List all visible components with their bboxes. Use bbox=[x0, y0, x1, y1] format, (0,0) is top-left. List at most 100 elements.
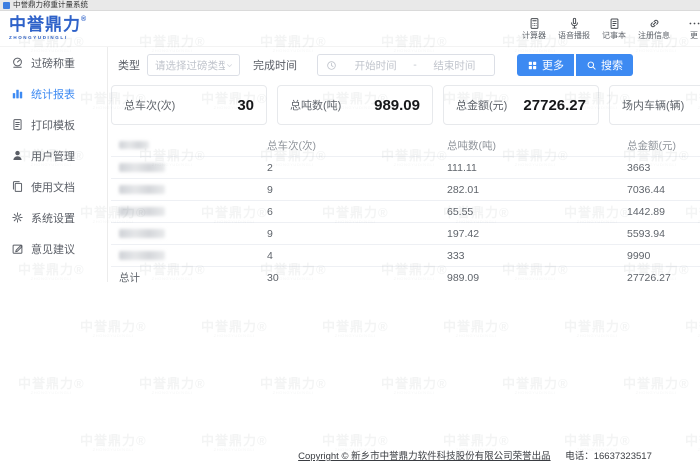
logo-subtext: ZHONGYUDINGLI bbox=[9, 36, 86, 41]
sidebar-item-system-settings-label: 系统设置 bbox=[31, 210, 75, 226]
table-cell: 9990 bbox=[619, 250, 700, 262]
print-icon bbox=[11, 118, 24, 131]
caret-down-icon bbox=[225, 61, 234, 70]
edit-icon bbox=[11, 242, 24, 255]
copyright-link[interactable]: Copyright © 新乡市中誉鼎力软件科技股份有限公司荣誉出品 bbox=[298, 451, 550, 462]
sidebar-item-feedback-label: 意见建议 bbox=[31, 241, 75, 257]
table-cell: 989.09 bbox=[439, 272, 619, 284]
date-range-picker[interactable]: 开始时间 - 结束时间 bbox=[317, 54, 495, 76]
table-cell-name bbox=[111, 206, 259, 218]
more-button-label: 更多 bbox=[542, 57, 564, 73]
table-cell: 282.01 bbox=[439, 184, 619, 196]
phone-label: 电话： bbox=[565, 451, 594, 462]
stats-row: 总车次(次) 30 总吨数(吨)989.09 总金额(元) 27726.27 场内车辆(辆… bbox=[111, 85, 700, 125]
gear-icon bbox=[11, 211, 24, 224]
sidebar-item-documentation-label: 使用文档 bbox=[31, 179, 75, 195]
search-button[interactable]: 搜索 bbox=[576, 54, 633, 76]
tool-notepad-label: 记事本 bbox=[602, 32, 626, 40]
search-button-label: 搜索 bbox=[601, 57, 623, 73]
sidebar-item-statistics-report-label: 统计报表 bbox=[31, 86, 75, 102]
tool-calculator[interactable]: 计算器 bbox=[522, 17, 546, 40]
stat-card-label: 总吨数(吨) bbox=[290, 97, 341, 113]
tool-registration-info-label: 注册信息 bbox=[638, 32, 670, 40]
tool-voice-broadcast[interactable]: 语音播报 bbox=[558, 17, 590, 40]
logo: 中誉鼎力® ZHONGYUDINGLI bbox=[0, 16, 86, 41]
stat-card-value: 27726.27 bbox=[523, 97, 586, 114]
table-cell: 30 bbox=[259, 272, 439, 284]
redacted-text bbox=[119, 229, 165, 238]
main: 过磅称重统计报表打印模板用户管理使用文档系统设置意见建议 类型 请选择过磅类型 … bbox=[0, 47, 700, 466]
sidebar-item-system-settings[interactable]: 系统设置 bbox=[0, 202, 107, 233]
footer-phone: 电话：16637323517 bbox=[565, 451, 652, 462]
header: 中誉鼎力® ZHONGYUDINGLI 计算器语音播报记事本 注册信息 更 bbox=[0, 11, 700, 47]
table-cell: 333 bbox=[439, 250, 619, 262]
sidebar-item-weighing-label: 过磅称重 bbox=[31, 55, 75, 71]
table-cell-name bbox=[111, 162, 259, 174]
redacted-text bbox=[119, 185, 165, 194]
table-cell: 27726.27 bbox=[619, 272, 700, 284]
table-cell: 9 bbox=[259, 228, 439, 240]
table-cell-name bbox=[111, 228, 259, 240]
clock-icon bbox=[326, 60, 337, 71]
tool-more-partial-label: 更 bbox=[690, 32, 698, 40]
weighing-type-select[interactable]: 请选择过磅类型 bbox=[147, 54, 240, 76]
table-header-cell: 总车次(次) bbox=[259, 138, 439, 153]
redacted-text bbox=[119, 251, 165, 260]
tool-more-partial[interactable]: 更 bbox=[682, 17, 700, 40]
stat-card: 场内车辆(辆) bbox=[609, 85, 700, 125]
stat-card: 总吨数(吨)989.09 bbox=[277, 85, 433, 125]
stat-card-label: 场内车辆(辆) bbox=[622, 97, 684, 113]
sidebar-item-statistics-report[interactable]: 统计报表 bbox=[0, 78, 107, 109]
sidebar-item-weighing[interactable]: 过磅称重 bbox=[0, 47, 107, 78]
table-row: 43339990 bbox=[111, 245, 700, 267]
search-icon bbox=[586, 60, 597, 71]
filter-actions: 更多 搜索 bbox=[517, 54, 633, 76]
stat-card: 总金额(元) 27726.27 bbox=[443, 85, 599, 125]
more-icon bbox=[688, 17, 700, 30]
start-time-input[interactable]: 开始时间 bbox=[340, 58, 411, 73]
range-separator: - bbox=[411, 59, 419, 71]
stat-card-label: 总车次(次) bbox=[124, 97, 175, 113]
content: 类型 请选择过磅类型 完成时间 开始时间 - 结束时间 更多 搜索 bbox=[107, 47, 700, 466]
end-time-input[interactable]: 结束时间 bbox=[419, 58, 490, 73]
table-cell-name bbox=[111, 184, 259, 196]
logo-text: 中誉鼎力 bbox=[9, 15, 81, 34]
table-cell: 3663 bbox=[619, 162, 700, 174]
table-header-row: 总车次(次)总吨数(吨)总金额(元) bbox=[111, 134, 700, 157]
table-row: 9197.425593.94 bbox=[111, 223, 700, 245]
tool-registration-info[interactable]: 注册信息 bbox=[638, 17, 670, 40]
sidebar-item-user-management-label: 用户管理 bbox=[31, 148, 75, 164]
type-select-placeholder: 请选择过磅类型 bbox=[155, 58, 225, 73]
type-label: 类型 bbox=[118, 57, 140, 73]
logo-registered-mark: ® bbox=[81, 16, 86, 23]
table-cell: 111.11 bbox=[439, 162, 619, 174]
stat-card-value: 30 bbox=[237, 97, 254, 114]
stat-card-label: 总金额(元) bbox=[456, 97, 507, 113]
scale-icon bbox=[11, 56, 24, 69]
window-title: 中誉鼎力称重计量系统 bbox=[13, 1, 88, 9]
redacted-text bbox=[119, 207, 165, 216]
sidebar-item-print-template-label: 打印模板 bbox=[31, 117, 75, 133]
stat-card: 总车次(次) 30 bbox=[111, 85, 267, 125]
redacted-text bbox=[119, 163, 165, 172]
more-button[interactable]: 更多 bbox=[517, 54, 574, 76]
sidebar: 过磅称重统计报表打印模板用户管理使用文档系统设置意见建议 bbox=[0, 47, 107, 466]
sidebar-item-feedback[interactable]: 意见建议 bbox=[0, 233, 107, 264]
table-row: 9282.017036.44 bbox=[111, 179, 700, 201]
link-icon bbox=[648, 17, 661, 30]
table-cell-name bbox=[111, 250, 259, 262]
tool-notepad[interactable]: 记事本 bbox=[602, 17, 626, 40]
table-header-cell: 总金额(元) bbox=[619, 138, 700, 153]
footer: Copyright © 新乡市中誉鼎力软件科技股份有限公司荣誉出品 电话：166… bbox=[110, 448, 700, 462]
window-titlebar: 中誉鼎力称重计量系统 bbox=[0, 0, 700, 11]
phone-number: 16637323517 bbox=[594, 451, 652, 462]
report-table: 总车次(次)总吨数(吨)总金额(元)2111.1136639282.017036… bbox=[111, 134, 700, 288]
notepad-icon bbox=[608, 17, 621, 30]
sidebar-item-documentation[interactable]: 使用文档 bbox=[0, 171, 107, 202]
sidebar-item-user-management[interactable]: 用户管理 bbox=[0, 140, 107, 171]
user-icon bbox=[11, 149, 24, 162]
sidebar-item-print-template[interactable]: 打印模板 bbox=[0, 109, 107, 140]
table-cell: 4 bbox=[259, 250, 439, 262]
table-cell: 6 bbox=[259, 206, 439, 218]
table-cell: 9 bbox=[259, 184, 439, 196]
